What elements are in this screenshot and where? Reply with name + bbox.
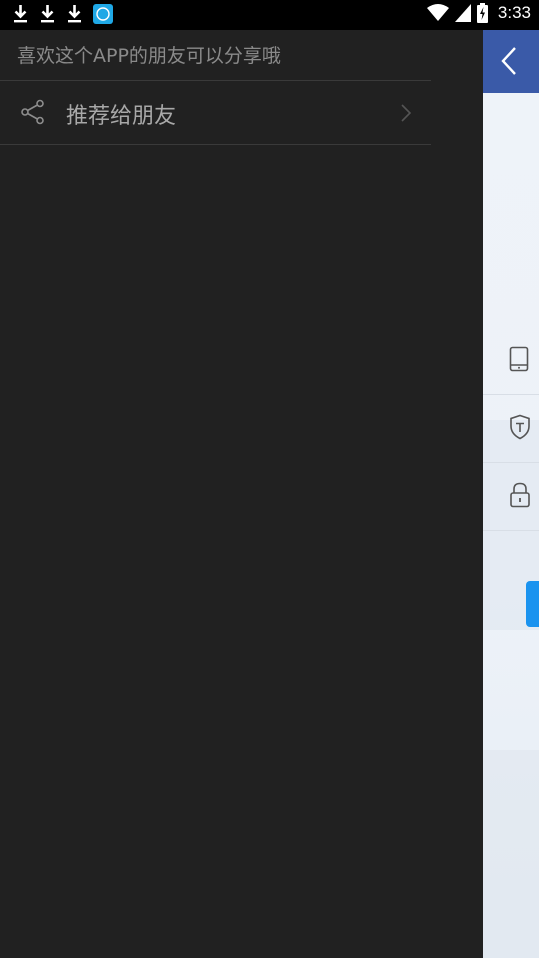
background-action-button[interactable] xyxy=(526,581,539,627)
shield-icon xyxy=(510,414,530,440)
battery-charging-icon xyxy=(476,3,488,23)
download-icon xyxy=(68,5,81,23)
background-row[interactable] xyxy=(483,394,539,463)
recommend-to-friend-label: 推荐给朋友 xyxy=(66,104,177,129)
download-icon xyxy=(14,5,27,23)
download-icon xyxy=(41,5,54,23)
cellular-signal-icon xyxy=(454,4,471,22)
back-chevron-icon[interactable] xyxy=(501,46,517,76)
app-notification-icon xyxy=(93,4,113,24)
status-bar: 3:33 xyxy=(0,0,539,30)
background-row[interactable] xyxy=(483,326,539,395)
background-skyline xyxy=(483,750,539,958)
chevron-right-icon xyxy=(401,104,412,122)
divider xyxy=(0,144,431,145)
lock-icon xyxy=(510,482,530,508)
share-hint-text: 喜欢这个APP的朋友可以分享哦 xyxy=(17,45,281,67)
share-icon xyxy=(21,99,44,125)
background-row[interactable] xyxy=(483,462,539,531)
background-page xyxy=(483,30,539,958)
notification-area xyxy=(12,4,113,24)
system-status-area: 3:33 xyxy=(426,3,531,23)
phone-icon xyxy=(509,346,529,372)
navigation-drawer: 喜欢这个APP的朋友可以分享哦 推荐给朋友 xyxy=(0,30,483,958)
background-header xyxy=(483,30,539,93)
recommend-to-friend-item[interactable]: 推荐给朋友 xyxy=(0,81,431,144)
clock-time: 3:33 xyxy=(497,3,531,22)
wifi-icon xyxy=(426,4,449,21)
